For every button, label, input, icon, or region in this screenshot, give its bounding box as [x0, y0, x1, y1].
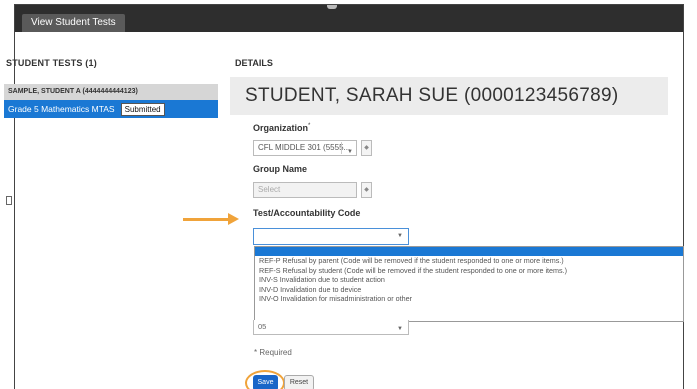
organization-select-value: CFL MIDDLE 301 (5555... [258, 143, 351, 152]
select-separator [341, 142, 342, 154]
student-tests-heading: STUDENT TESTS (1) [6, 58, 97, 68]
pointer-arrow-icon [183, 218, 231, 221]
details-heading: DETAILS [235, 58, 273, 68]
organization-select[interactable]: CFL MIDDLE 301 (5555... ▼ [253, 140, 357, 156]
group-name-placeholder: Select [258, 185, 281, 194]
test-accountability-code-select[interactable]: ▼ [253, 228, 409, 245]
partially-hidden-select[interactable]: 05 ▼ [253, 320, 409, 335]
test-accountability-code-label: Test/Accountability Code [253, 208, 361, 218]
dropdown-option-inv-d[interactable]: INV-D Invalidation due to device [255, 285, 683, 295]
organization-label-text: Organization [253, 123, 309, 133]
pointer-arrowhead-icon [228, 213, 239, 225]
dropdown-option-ref-p[interactable]: REF-P Refusal by parent (Code will be re… [255, 256, 683, 266]
required-note: * Required [254, 348, 292, 357]
student-name-banner: STUDENT, SARAH SUE (0000123456789) [230, 77, 668, 115]
tab-view-student-tests[interactable]: View Student Tests [22, 14, 125, 32]
code-dropdown-list: REF-P Refusal by parent (Code will be re… [254, 246, 684, 322]
test-row-selected[interactable]: Grade 5 Mathematics MTAS Submitted [4, 100, 218, 118]
top-bar: View Student Tests [15, 5, 683, 32]
organization-lookup-icon[interactable]: ◆ [361, 140, 372, 156]
chevron-down-icon: ▼ [397, 326, 403, 332]
save-button[interactable]: Save [253, 375, 278, 389]
group-lookup-icon[interactable]: ◆ [361, 182, 372, 198]
dropdown-option-blank[interactable] [255, 247, 683, 256]
hidden-select-value: 05 [258, 322, 267, 331]
drag-handle[interactable] [327, 5, 337, 9]
required-mark: * [308, 123, 311, 129]
group-name-label: Group Name [253, 164, 308, 174]
group-name-select[interactable]: Select [253, 182, 357, 198]
organization-label: Organization* [253, 123, 310, 133]
dropdown-option-inv-o[interactable]: INV-O Invalidation for misadministration… [255, 294, 683, 304]
status-badge: Submitted [120, 103, 165, 117]
reset-button[interactable]: Reset [284, 375, 314, 389]
dropdown-option-ref-s[interactable]: REF-S Refusal by student (Code will be r… [255, 266, 683, 276]
chevron-down-icon: ▼ [397, 233, 403, 239]
student-row[interactable]: SAMPLE, STUDENT A (4444444444123) [4, 84, 218, 100]
dropdown-option-inv-s[interactable]: INV-S Invalidation due to student action [255, 275, 683, 285]
test-name: Grade 5 Mathematics MTAS [8, 104, 115, 114]
student-name: STUDENT, SARAH SUE (0000123456789) [245, 85, 619, 106]
chevron-down-icon: ▼ [347, 149, 353, 155]
panel-resize-handle[interactable] [6, 196, 12, 205]
